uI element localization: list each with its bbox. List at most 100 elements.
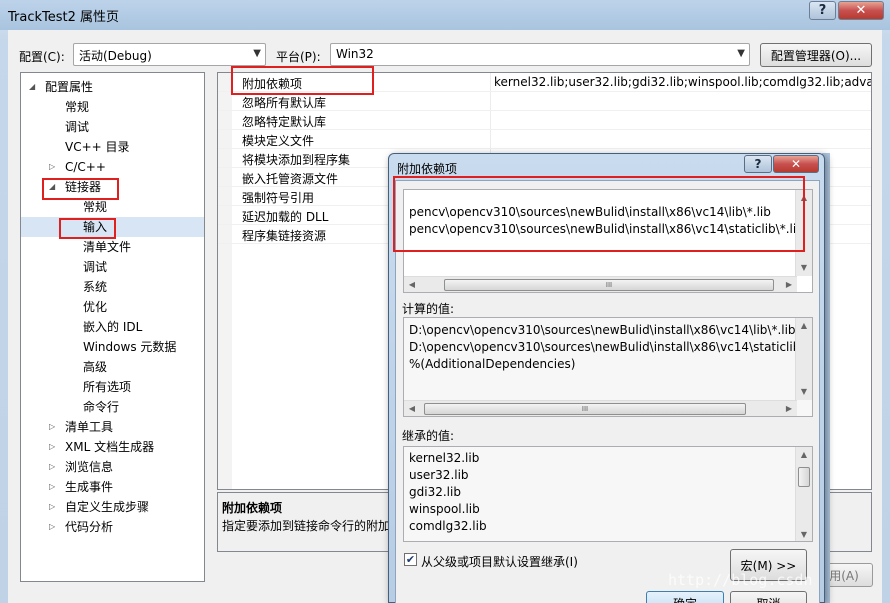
property-tree[interactable]: ◢ 配置属性 常规 调试 VC++ 目录 ▷ C/C++ ◢ 链接器 常规 输入 清单文件 调试 系统 优化… bbox=[20, 72, 205, 582]
dialog-close-button[interactable]: ✕ bbox=[773, 155, 819, 173]
ok-button[interactable]: 确定 bbox=[646, 591, 724, 603]
expanded-arrow-icon[interactable]: ◢ bbox=[29, 77, 41, 97]
chevron-down-icon: ▼ bbox=[737, 48, 745, 59]
close-button[interactable]: ✕ bbox=[838, 1, 884, 20]
inherited-line: winspool.lib bbox=[409, 502, 480, 516]
tree-item-label: 系统 bbox=[83, 280, 108, 294]
tree-item[interactable]: ▷ 代码分析 bbox=[21, 517, 204, 537]
tree-item-label: 命令行 bbox=[83, 400, 120, 414]
edit-vscrollbar[interactable]: ▲ ▼ bbox=[795, 190, 812, 276]
property-name: 将模块添加到程序集 bbox=[242, 153, 351, 167]
expanded-arrow-icon[interactable]: ◢ bbox=[49, 177, 61, 197]
edit-hscrollbar[interactable]: ◀ III ▶ bbox=[404, 276, 797, 292]
tree-item[interactable]: ◢ 配置属性 bbox=[21, 77, 204, 97]
scroll-left-icon[interactable]: ◀ bbox=[404, 277, 420, 292]
check-icon: ✔ bbox=[405, 553, 416, 566]
cancel-button[interactable]: 取消 bbox=[730, 591, 807, 603]
scroll-right-icon[interactable]: ▶ bbox=[781, 277, 797, 292]
close-icon: ✕ bbox=[790, 157, 802, 171]
tree-item-label: 自定义生成步骤 bbox=[65, 500, 150, 514]
help-button[interactable]: ? bbox=[809, 1, 836, 20]
inherited-line: comdlg32.lib bbox=[409, 519, 487, 533]
tree-item-label: 配置属性 bbox=[45, 80, 94, 94]
tree-item[interactable]: 系统 bbox=[21, 277, 204, 297]
tree-item[interactable]: ▷ 自定义生成步骤 bbox=[21, 497, 204, 517]
inherited-label: 继承的值: bbox=[402, 429, 455, 443]
platform-combobox[interactable]: Win32 ▼ bbox=[330, 43, 750, 66]
computed-vscrollbar[interactable]: ▲ ▼ bbox=[795, 318, 812, 400]
scroll-up-icon[interactable]: ▲ bbox=[796, 447, 812, 463]
scroll-thumb[interactable] bbox=[798, 467, 810, 487]
description-text: 指定要添加到链接命令行的附加 bbox=[222, 519, 391, 533]
collapsed-arrow-icon[interactable]: ▷ bbox=[49, 457, 61, 477]
help-icon: ? bbox=[754, 157, 762, 171]
dependencies-edit-box[interactable]: pencv\opencv310\sources\newBulid\install… bbox=[403, 189, 813, 293]
tree-item[interactable]: VC++ 目录 bbox=[21, 137, 204, 157]
watermark: http://blog.csdn bbox=[668, 571, 813, 589]
tree-item[interactable]: ▷ C/C++ bbox=[21, 157, 204, 177]
scroll-up-icon[interactable]: ▲ bbox=[796, 318, 812, 334]
inherited-vscrollbar[interactable]: ▲ ▼ bbox=[795, 447, 812, 541]
collapsed-arrow-icon[interactable]: ▷ bbox=[49, 417, 61, 437]
computed-values-box: D:\opencv\opencv310\sources\newBulid\ins… bbox=[403, 317, 813, 417]
property-name: 模块定义文件 bbox=[242, 134, 315, 148]
inherited-line: kernel32.lib bbox=[409, 451, 480, 465]
property-row[interactable]: 忽略所有默认库 bbox=[218, 92, 871, 111]
property-row[interactable]: 模块定义文件 bbox=[218, 130, 871, 149]
tree-item-label: 常规 bbox=[83, 200, 108, 214]
config-label: 配置(C): bbox=[19, 50, 65, 64]
collapsed-arrow-icon[interactable]: ▷ bbox=[49, 157, 61, 177]
inherited-line: gdi32.lib bbox=[409, 485, 461, 499]
scroll-up-icon[interactable]: ▲ bbox=[796, 190, 812, 206]
inherit-checkbox[interactable]: ✔ bbox=[404, 553, 417, 566]
config-combobox[interactable]: 活动(Debug) ▼ bbox=[73, 43, 266, 66]
tree-item-label: 所有选项 bbox=[83, 380, 132, 394]
collapsed-arrow-icon[interactable]: ▷ bbox=[49, 477, 61, 497]
property-row[interactable]: 附加依赖项 kernel32.lib;user32.lib;gdi32.lib;w… bbox=[218, 73, 871, 92]
scroll-down-icon[interactable]: ▼ bbox=[796, 384, 812, 400]
collapsed-arrow-icon[interactable]: ▷ bbox=[49, 517, 61, 537]
scroll-right-icon[interactable]: ▶ bbox=[781, 401, 797, 416]
tree-item[interactable]: 命令行 bbox=[21, 397, 204, 417]
scroll-thumb[interactable]: III bbox=[424, 403, 746, 415]
inherit-checkbox-label[interactable]: 从父级或项目默认设置继承(I) bbox=[421, 553, 578, 570]
tree-item[interactable]: 优化 bbox=[21, 297, 204, 317]
tree-item[interactable]: 输入 bbox=[21, 217, 204, 237]
computed-line: D:\opencv\opencv310\sources\newBulid\ins… bbox=[409, 323, 796, 337]
computed-label: 计算的值: bbox=[402, 302, 455, 316]
scroll-thumb[interactable]: III bbox=[444, 279, 774, 291]
tree-item[interactable]: ▷ 生成事件 bbox=[21, 477, 204, 497]
tree-item[interactable]: 常规 bbox=[21, 97, 204, 117]
scroll-down-icon[interactable]: ▼ bbox=[796, 260, 812, 276]
property-name: 附加依赖项 bbox=[242, 77, 303, 91]
scroll-down-icon[interactable]: ▼ bbox=[796, 527, 812, 541]
additional-deps-dialog: 附加依赖项 ? ✕ pencv\opencv310\sources\newBul… bbox=[388, 153, 825, 603]
inherited-values-box: kernel32.lib user32.lib gdi32.lib winspo… bbox=[403, 446, 813, 542]
config-manager-button[interactable]: 配置管理器(O)... bbox=[760, 43, 872, 67]
tree-item[interactable]: Windows 元数据 bbox=[21, 337, 204, 357]
tree-item[interactable]: 常规 bbox=[21, 197, 204, 217]
computed-line: %(AdditionalDependencies) bbox=[409, 357, 576, 371]
tree-item[interactable]: 调试 bbox=[21, 257, 204, 277]
tree-item-label: 链接器 bbox=[65, 180, 102, 194]
title-bar: TrackTest2 属性页 ? ✕ bbox=[0, 0, 890, 30]
dialog-help-button[interactable]: ? bbox=[744, 155, 772, 173]
tree-item-label: 调试 bbox=[83, 260, 108, 274]
edit-line: pencv\opencv310\sources\newBulid\install… bbox=[409, 205, 771, 219]
scroll-left-icon[interactable]: ◀ bbox=[404, 401, 420, 416]
tree-item[interactable]: 调试 bbox=[21, 117, 204, 137]
tree-item-label: 调试 bbox=[65, 120, 90, 134]
tree-item[interactable]: 高级 bbox=[21, 357, 204, 377]
tree-item[interactable]: ◢ 链接器 bbox=[21, 177, 204, 197]
tree-item[interactable]: ▷ XML 文档生成器 bbox=[21, 437, 204, 457]
tree-item[interactable]: 嵌入的 IDL bbox=[21, 317, 204, 337]
tree-item[interactable]: ▷ 浏览信息 bbox=[21, 457, 204, 477]
computed-hscrollbar[interactable]: ◀ III ▶ bbox=[404, 400, 797, 416]
tree-item[interactable]: 所有选项 bbox=[21, 377, 204, 397]
tree-item[interactable]: 清单文件 bbox=[21, 237, 204, 257]
tree-item[interactable]: ▷ 清单工具 bbox=[21, 417, 204, 437]
collapsed-arrow-icon[interactable]: ▷ bbox=[49, 497, 61, 517]
property-row[interactable]: 忽略特定默认库 bbox=[218, 111, 871, 130]
tree-item-label: 清单文件 bbox=[83, 240, 132, 254]
collapsed-arrow-icon[interactable]: ▷ bbox=[49, 437, 61, 457]
